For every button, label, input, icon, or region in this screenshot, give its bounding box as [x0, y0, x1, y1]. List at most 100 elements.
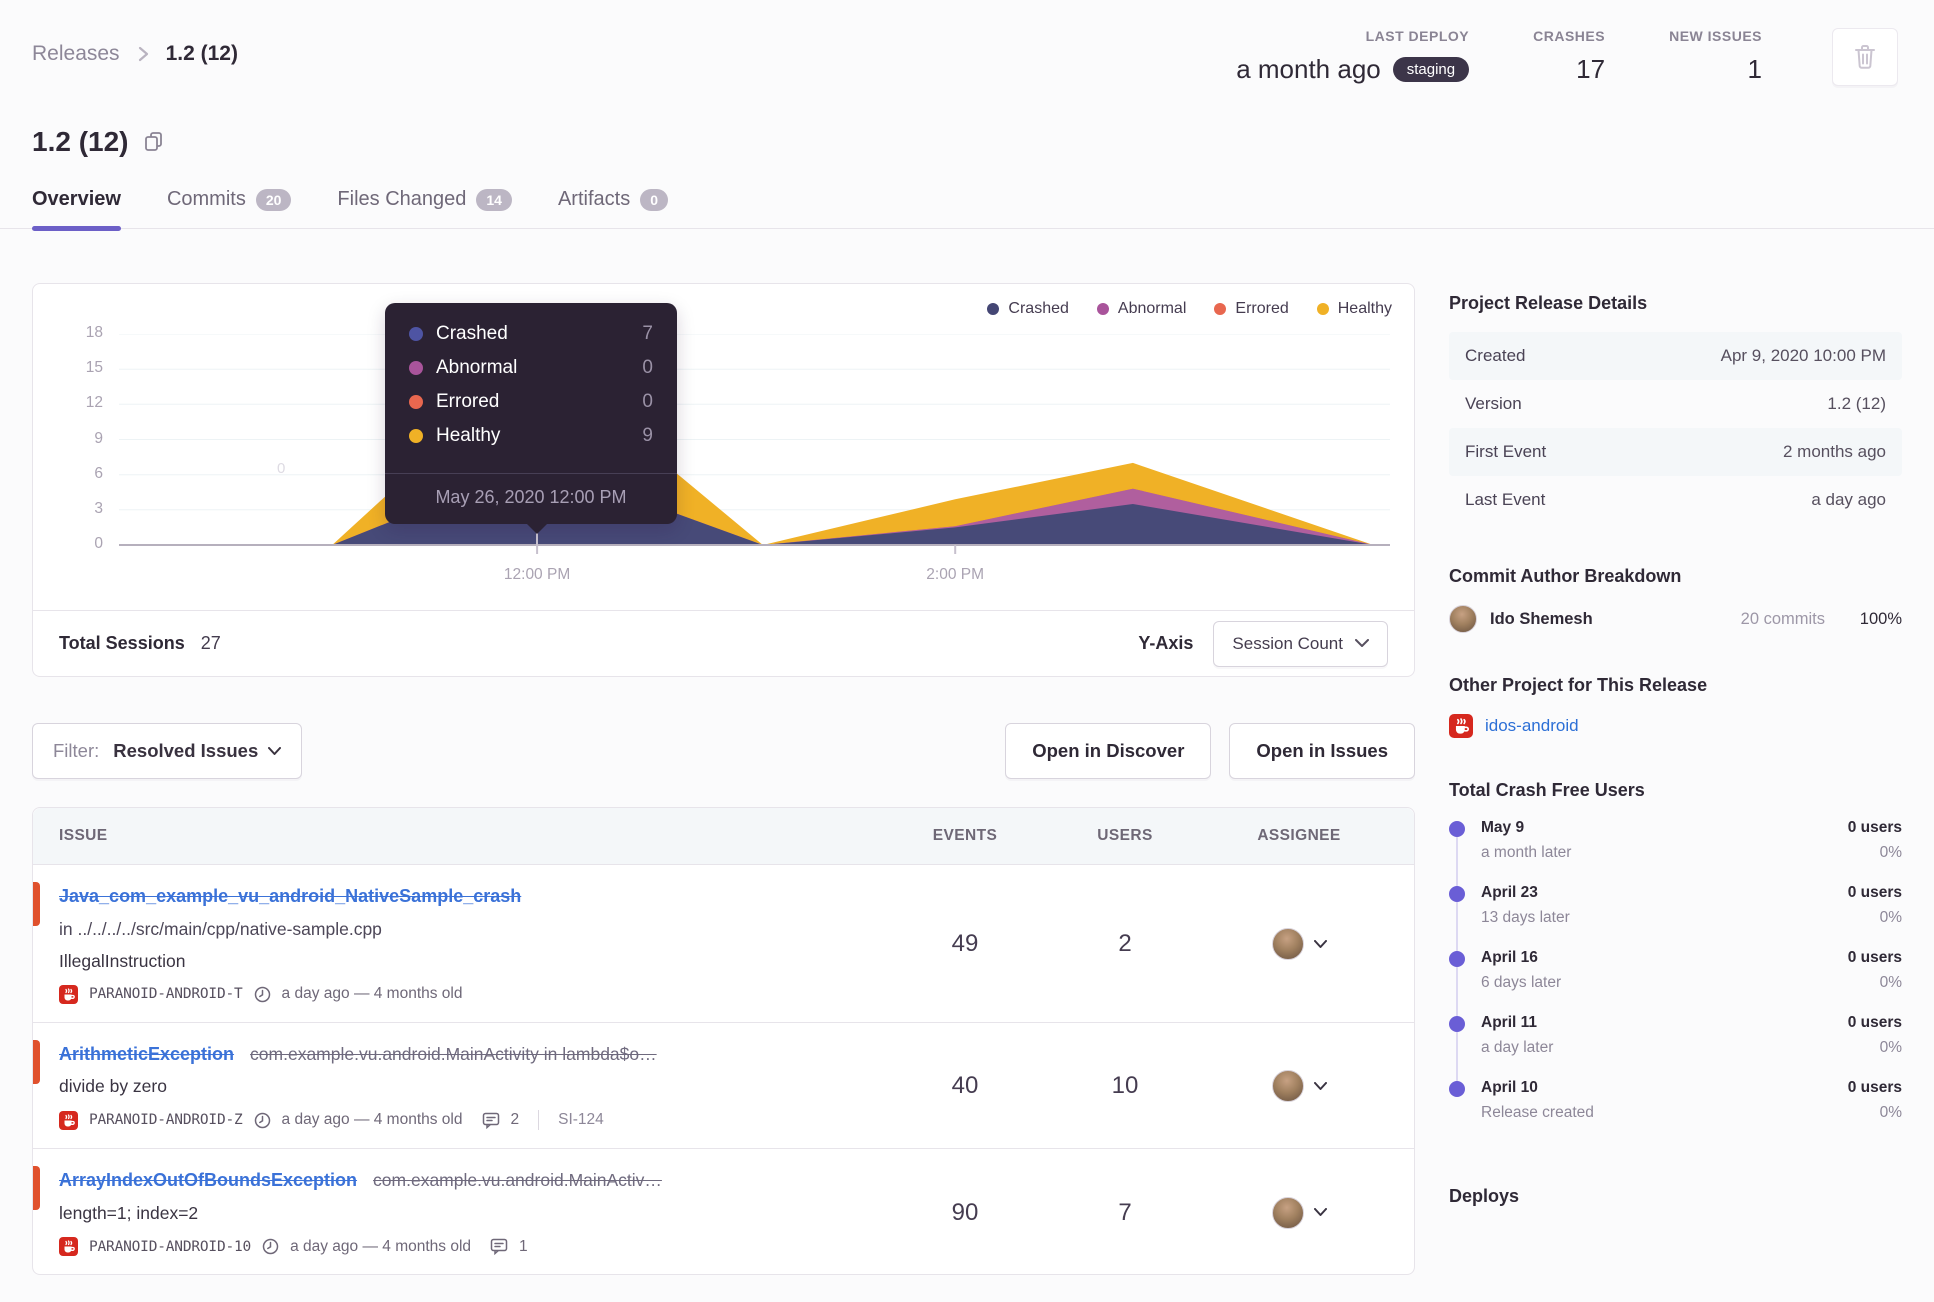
assignee-avatar — [1271, 1070, 1304, 1103]
crash-free-users: 0 users — [1847, 1079, 1902, 1096]
crash-free-users: 0 users — [1847, 1014, 1902, 1031]
open-in-discover-button[interactable]: Open in Discover — [1005, 723, 1212, 779]
tooltip-timestamp: May 26, 2020 12:00 PM — [385, 473, 677, 524]
issue-summary: ArrayIndexOutOfBoundsException com.exampl… — [59, 1169, 890, 1257]
tab-files-changed[interactable]: Files Changed 14 — [337, 188, 512, 228]
stat-label: NEW ISSUES — [1669, 28, 1762, 44]
issue-title-link[interactable]: ArrayIndexOutOfBoundsException — [59, 1170, 357, 1190]
issue-age: a day ago — 4 months old — [281, 985, 463, 1002]
clock-icon — [254, 1112, 271, 1129]
open-in-issues-button[interactable]: Open in Issues — [1229, 723, 1415, 779]
sessions-chart-card: 18 15 12 9 6 3 0 0 12:00 PM 2:00 PM Cras… — [32, 283, 1415, 677]
issue-title-link[interactable]: ArithmeticException — [59, 1044, 234, 1064]
crash-free-date: April 23 — [1481, 884, 1538, 901]
chevron-down-icon — [1313, 1208, 1327, 1217]
tooltip-value: 7 — [642, 323, 653, 344]
detail-row-version: Version 1.2 (12) — [1449, 380, 1902, 428]
tab-label: Files Changed — [337, 188, 467, 210]
section-heading: Project Release Details — [1449, 293, 1648, 313]
header-stats: LAST DEPLOY a month ago staging CRASHES … — [1236, 28, 1898, 86]
release-tabs: Overview Commits 20 Files Changed 14 Art… — [0, 188, 1934, 231]
delete-release-button[interactable] — [1832, 28, 1898, 86]
new-issues-value: 1 — [1747, 54, 1762, 84]
legend-item-healthy[interactable]: Healthy — [1316, 300, 1392, 318]
crash-free-percent: 0% — [1879, 844, 1902, 861]
breadcrumb: Releases 1.2 (12) — [32, 28, 238, 66]
tooltip-label: Errored — [436, 391, 500, 412]
project-slug[interactable]: PARANOID-ANDROID-10 — [89, 1239, 251, 1255]
assignee-dropdown[interactable] — [1210, 1070, 1388, 1103]
tooltip-label: Healthy — [436, 425, 501, 446]
legend-item-errored[interactable]: Errored — [1214, 300, 1289, 318]
issue-row: Java_com_example_vu_android_NativeSample… — [33, 864, 1414, 1022]
detail-row-last-event: Last Event a day ago — [1449, 476, 1902, 524]
issue-subtitle: com.example.vu.android.MainActivity in l… — [250, 1043, 657, 1064]
errored-dot-icon — [1214, 303, 1227, 315]
chevron-down-icon — [1313, 1081, 1327, 1091]
chart-legend: Crashed Abnormal Errored Healthy — [987, 300, 1392, 318]
comments-icon — [490, 1238, 508, 1256]
healthy-dot-icon — [409, 429, 423, 443]
crashes-value: 17 — [1576, 54, 1606, 84]
timeline-dot-icon — [1449, 1016, 1465, 1032]
tooltip-row-healthy: Healthy 9 — [409, 425, 653, 447]
project-slug[interactable]: PARANOID-ANDROID-Z — [89, 1112, 243, 1128]
total-crash-free-users: Total Crash Free Users May 9 a month lat… — [1449, 780, 1902, 1144]
y-tick: 3 — [94, 500, 103, 517]
other-project-link[interactable]: idos-android — [1449, 714, 1902, 738]
crash-free-item: April 11 a day later 0 users 0% — [1449, 1014, 1902, 1083]
assignee-dropdown[interactable] — [1210, 1196, 1388, 1229]
tab-artifacts[interactable]: Artifacts 0 — [558, 188, 669, 228]
breadcrumb-current: 1.2 (12) — [165, 42, 238, 65]
issues-filter-dropdown[interactable]: Filter: Resolved Issues — [32, 723, 303, 779]
chart-tooltip: Crashed 7 Abnormal 0 Errored 0 Healthy 9… — [385, 303, 677, 534]
java-project-icon — [1449, 714, 1473, 738]
tooltip-caret — [526, 523, 548, 534]
events-count: 90 — [951, 1198, 979, 1226]
project-slug[interactable]: PARANOID-ANDROID-T — [89, 986, 243, 1002]
stat-last-deploy: LAST DEPLOY a month ago staging — [1236, 28, 1470, 85]
assignee-dropdown[interactable] — [1210, 928, 1388, 961]
java-project-icon — [59, 984, 78, 1004]
issues-table-header: ISSUE EVENTS USERS ASSIGNEE — [33, 808, 1414, 864]
detail-label: Last Event — [1465, 490, 1546, 509]
x-tick: 12:00 PM — [503, 566, 571, 583]
detail-value: 1.2 (12) — [1827, 394, 1886, 413]
crash-free-sub: 6 days later — [1481, 974, 1562, 991]
crash-free-sub: 13 days later — [1481, 909, 1570, 926]
crash-free-date: April 16 — [1481, 949, 1538, 966]
timeline-dot-icon — [1449, 951, 1465, 967]
yaxis-select[interactable]: Session Count — [1213, 620, 1388, 667]
column-users: USERS — [1097, 827, 1153, 844]
timeline-dot-icon — [1449, 821, 1465, 837]
author-name: Ido Shemesh — [1490, 609, 1593, 628]
crash-free-date: April 11 — [1481, 1014, 1537, 1031]
column-events: EVENTS — [932, 827, 998, 844]
tab-overview[interactable]: Overview — [32, 188, 121, 231]
faint-zero-label: 0 — [277, 460, 286, 477]
issue-culprit: length=1; index=2 — [59, 1203, 199, 1224]
detail-value: a day ago — [1811, 490, 1886, 509]
breadcrumb-releases[interactable]: Releases — [32, 42, 120, 66]
issue-location: in ../../../../src/main/cpp/native-sampl… — [59, 918, 382, 939]
filter-value: Resolved Issues — [113, 740, 259, 761]
comments-icon — [482, 1112, 500, 1129]
issue-title-link[interactable]: Java_com_example_vu_android_NativeSample… — [59, 886, 521, 906]
issue-culprit: IllegalInstruction — [59, 950, 186, 971]
tab-commits[interactable]: Commits 20 — [167, 188, 292, 228]
timeline-dot-icon — [1449, 886, 1465, 902]
detail-row-created: Created Apr 9, 2020 10:00 PM — [1449, 332, 1902, 380]
total-sessions-label: Total Sessions — [59, 633, 185, 653]
copy-icon[interactable] — [143, 130, 165, 154]
issue-summary: Java_com_example_vu_android_NativeSample… — [59, 885, 890, 1004]
assignee-avatar — [1271, 1196, 1304, 1229]
page-title: 1.2 (12) — [32, 126, 129, 157]
timeline-connector — [1456, 837, 1458, 888]
issues-table: ISSUE EVENTS USERS ASSIGNEE Java_com_exa… — [32, 807, 1415, 1276]
issue-age: a day ago — 4 months old — [281, 1111, 463, 1129]
legend-item-crashed[interactable]: Crashed — [987, 300, 1069, 318]
sessions-chart-svg[interactable] — [119, 334, 1390, 556]
crash-free-date: May 9 — [1481, 819, 1525, 836]
legend-item-abnormal[interactable]: Abnormal — [1096, 300, 1186, 318]
users-count: 7 — [1118, 1198, 1132, 1226]
